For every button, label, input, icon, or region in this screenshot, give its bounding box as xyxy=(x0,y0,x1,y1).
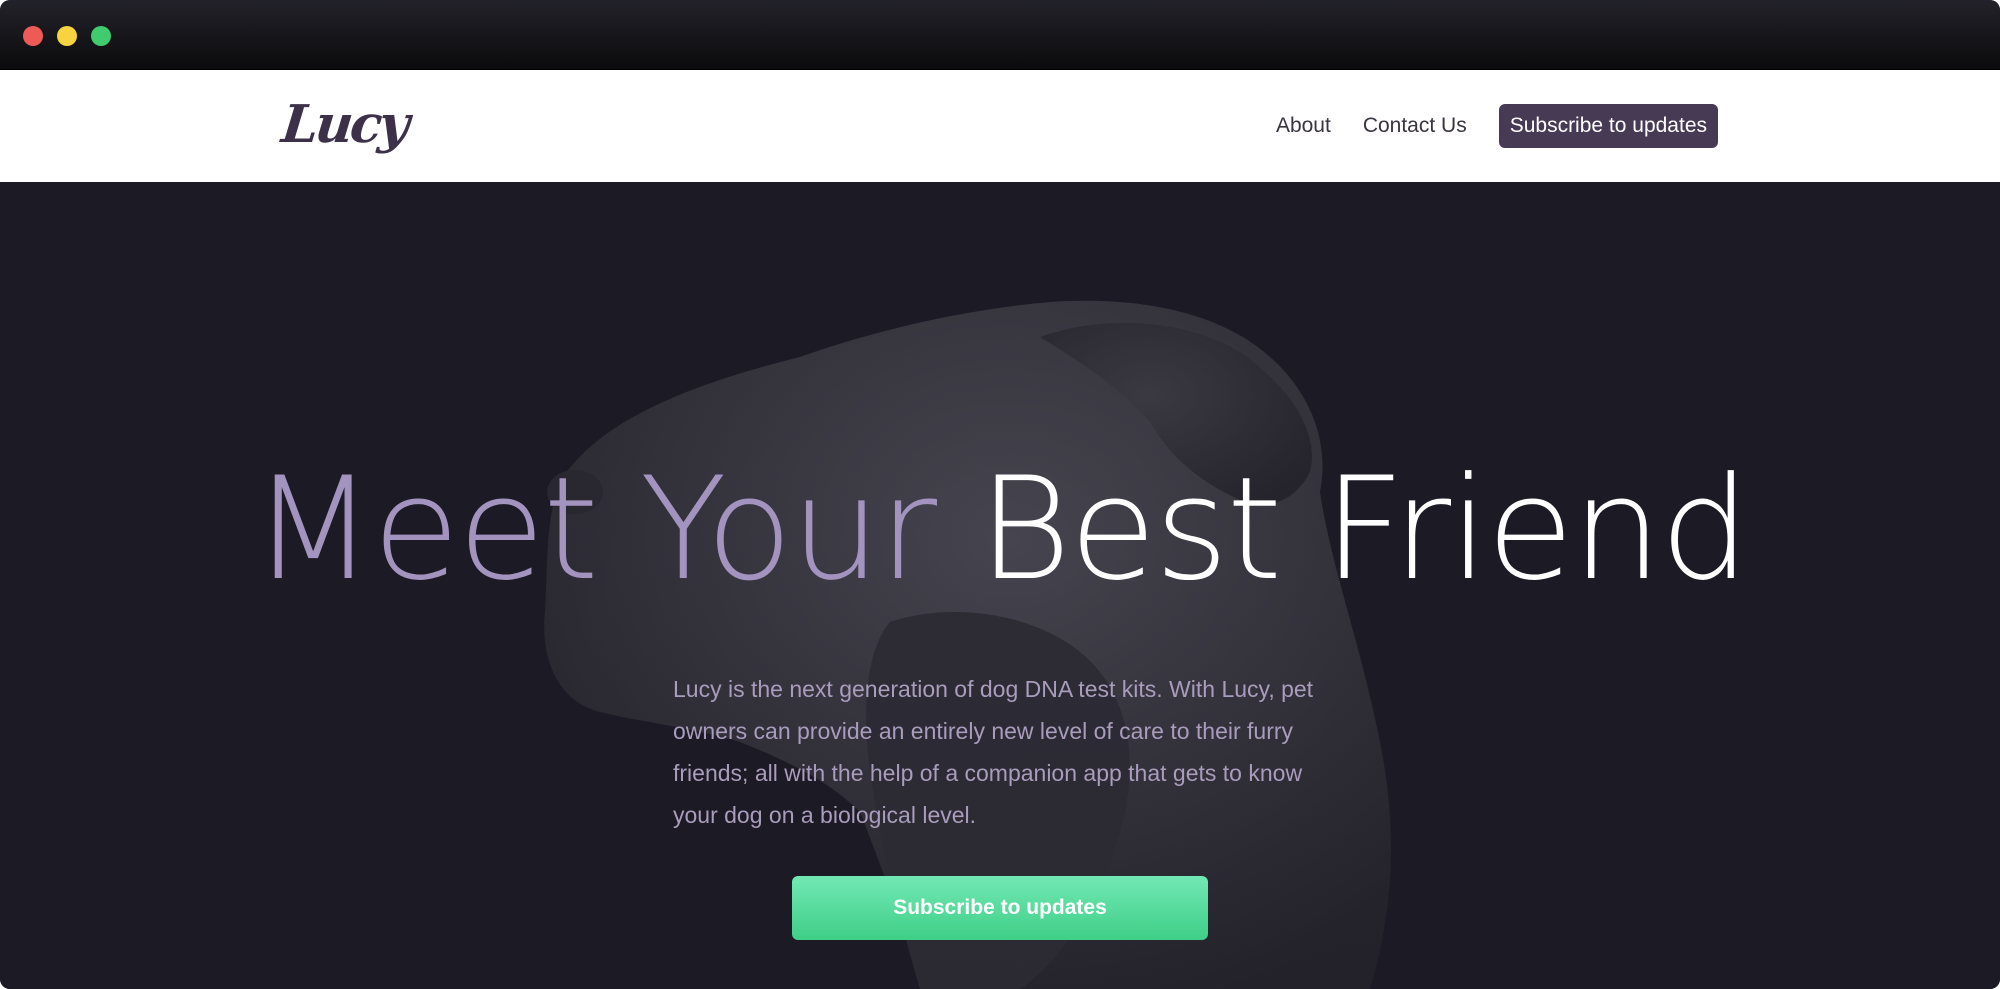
hero-section: Meet Your Best Friend Lucy is the next g… xyxy=(0,182,2000,989)
window-titlebar xyxy=(0,0,2000,70)
brand-logo[interactable]: Lucy xyxy=(278,90,410,160)
hero-headline: Meet Your Best Friend xyxy=(0,450,2000,610)
nav-links: About Contact Us Subscribe to updates xyxy=(1276,104,1718,148)
site-navbar: Lucy About Contact Us Subscribe to updat… xyxy=(0,70,2000,182)
nav-link-contact[interactable]: Contact Us xyxy=(1363,114,1467,138)
maximize-window-button[interactable] xyxy=(91,26,111,46)
nav-subscribe-button[interactable]: Subscribe to updates xyxy=(1498,104,1718,148)
close-window-button[interactable] xyxy=(23,26,43,46)
hero-subscribe-button[interactable]: Subscribe to updates xyxy=(792,876,1208,940)
minimize-window-button[interactable] xyxy=(57,26,77,46)
headline-part-2: Best Friend xyxy=(978,447,1750,612)
nav-link-about[interactable]: About xyxy=(1276,114,1331,138)
browser-window: Lucy About Contact Us Subscribe to updat… xyxy=(0,0,2000,989)
hero-description: Lucy is the next generation of dog DNA t… xyxy=(673,676,1314,828)
headline-part-1: Meet Your xyxy=(251,447,937,612)
